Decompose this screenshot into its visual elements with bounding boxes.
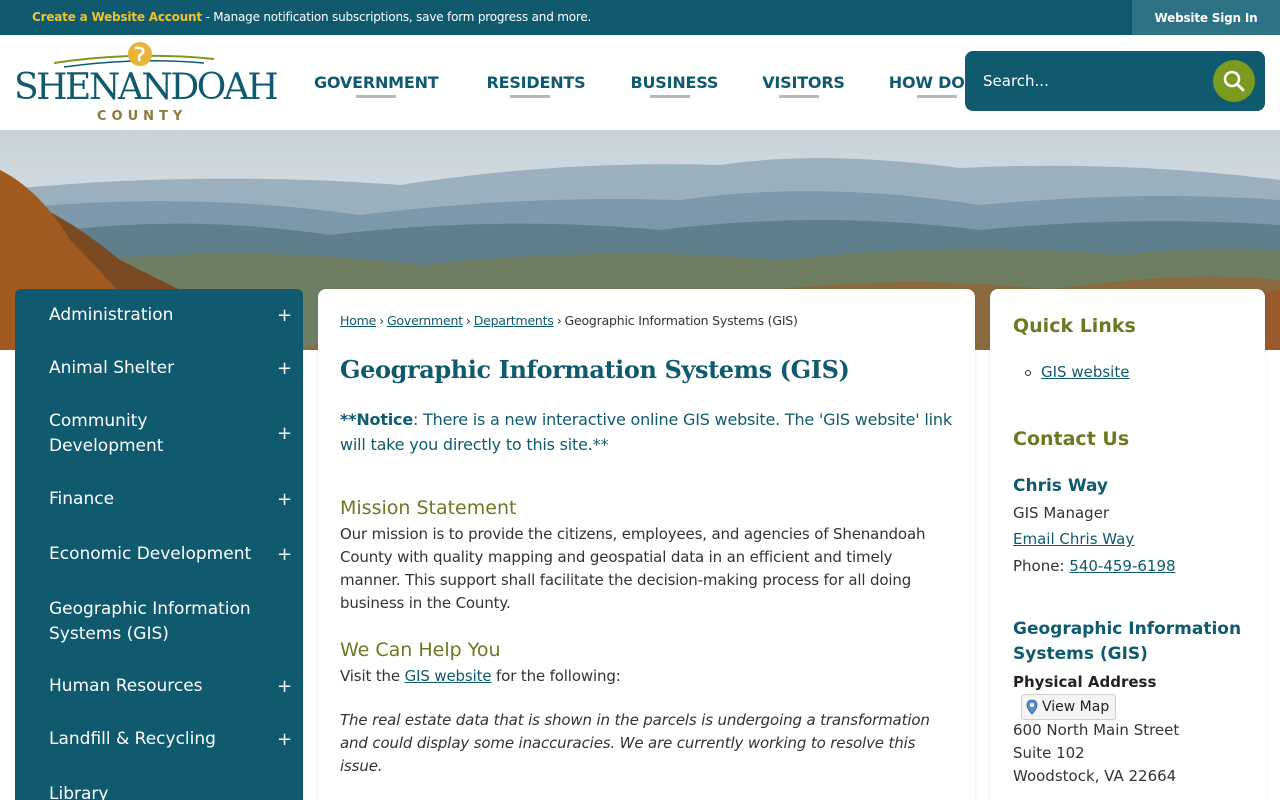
page-title: Geographic Information Systems (GIS) [340, 355, 850, 384]
address-label: Physical Address [1013, 673, 1157, 691]
address-city: Woodstock, VA 22664 [1013, 767, 1177, 785]
expand-plus-icon[interactable]: + [277, 730, 292, 749]
nav-underline [356, 95, 397, 98]
mission-heading: Mission Statement [340, 497, 517, 519]
sign-in-button[interactable]: Website Sign In [1132, 0, 1280, 35]
main-content: Home › Government › Departments › Geographic I… [318, 289, 975, 800]
view-map-button[interactable]: View Map [1021, 694, 1117, 720]
data-disclaimer: The real estate data that is shown in th… [340, 711, 930, 775]
breadcrumb: Home › Government › Departments › Geographic I… [340, 313, 798, 328]
help-heading: We Can Help You [340, 639, 501, 661]
sidebar-item-finance[interactable]: Finance + [15, 473, 303, 526]
right-sidebar: Quick Links GIS website Contact Us Chris… [990, 289, 1265, 800]
contact-email-wrapper: Email Chris Way [1013, 530, 1134, 548]
sidebar-item-label: Administration [49, 305, 174, 325]
sidebar-item-animal-shelter[interactable]: Animal Shelter + [15, 342, 303, 395]
nav-underline [779, 95, 820, 98]
contact-email-link[interactable]: Email Chris Way [1013, 530, 1134, 548]
contact-heading: Contact Us [1013, 428, 1130, 450]
account-notice: Create a Website Account - Manage notifi… [32, 10, 591, 24]
breadcrumb-government[interactable]: Government [387, 313, 463, 328]
sidebar-item-label: Finance [49, 489, 115, 509]
main-nav: GOVERNMENT RESIDENTS BUSINESS VISITORS H… [296, 35, 1011, 130]
nav-government-label: GOVERNMENT [314, 73, 439, 92]
notice-text: : There is a new interactive online GIS … [340, 410, 952, 454]
quick-links-list: GIS website [1025, 363, 1129, 381]
create-account-link[interactable]: Create a Website Account [32, 10, 202, 24]
contact-title: GIS Manager [1013, 504, 1110, 522]
county-logo[interactable]: SHENANDOAH COUNTY [14, 41, 279, 125]
help-suffix: for the following: [491, 667, 621, 685]
phone-link[interactable]: 540-459-6198 [1069, 557, 1175, 575]
address-suite: Suite 102 [1013, 744, 1085, 762]
nav-residents[interactable]: RESIDENTS [457, 35, 604, 130]
sidebar-item-label: Animal Shelter [49, 358, 175, 378]
contact-name: Chris Way [1013, 476, 1109, 496]
search-box [965, 51, 1265, 111]
help-prefix: Visit the [340, 667, 405, 685]
logo-wordmark: SHENANDOAH [14, 67, 279, 108]
help-text: Visit the GIS website for the following: [340, 665, 952, 688]
department-sidebar: Administration + Animal Shelter + Commun… [15, 289, 303, 800]
nav-underline [509, 95, 550, 98]
sidebar-item-label: Human Resources [49, 676, 203, 696]
sidebar-item-community-development[interactable]: Community Development + [15, 395, 303, 473]
search-icon [1223, 70, 1245, 92]
phone-label: Phone: [1013, 557, 1070, 575]
address-street: 600 North Main Street [1013, 721, 1180, 739]
nav-underline [917, 95, 958, 98]
expand-plus-icon[interactable]: + [277, 545, 292, 564]
nav-business[interactable]: BUSINESS [603, 35, 736, 130]
map-pin-icon [1026, 699, 1038, 715]
breadcrumb-current: Geographic Information Systems (GIS) [564, 313, 798, 328]
logo-county: COUNTY [97, 109, 188, 124]
sidebar-item-economic-development[interactable]: Economic Development + [15, 528, 303, 581]
sidebar-item-landfill-recycling[interactable]: Landfill & Recycling + [15, 713, 303, 766]
search-input[interactable] [983, 69, 1193, 93]
breadcrumb-separator: › [379, 313, 384, 328]
nav-business-label: BUSINESS [630, 73, 719, 92]
gis-website-link[interactable]: GIS website [405, 667, 492, 685]
sidebar-item-label: Economic Development [49, 544, 252, 564]
breadcrumb-separator: › [556, 313, 562, 328]
sidebar-item-label: Library [49, 783, 109, 800]
bullet-icon [1025, 369, 1031, 376]
expand-plus-icon[interactable]: + [277, 359, 292, 378]
breadcrumb-home[interactable]: Home [340, 313, 376, 328]
sidebar-item-library[interactable]: Library [15, 779, 303, 800]
sidebar-item-administration[interactable]: Administration + [15, 289, 303, 342]
breadcrumb-separator: › [465, 313, 471, 328]
nav-visitors[interactable]: VISITORS [736, 35, 863, 130]
expand-plus-icon[interactable]: + [277, 306, 292, 325]
notice-label: **Notice [340, 410, 413, 429]
search-button[interactable] [1213, 60, 1255, 102]
quick-links-heading: Quick Links [1013, 315, 1136, 337]
mission-text: Our mission is to provide the citizens, … [340, 525, 926, 612]
expand-plus-icon[interactable]: + [277, 425, 292, 443]
nav-residents-label: RESIDENTS [486, 73, 586, 92]
sidebar-item-human-resources[interactable]: Human Resources + [15, 660, 303, 713]
sidebar-item-label: Landfill & Recycling [49, 729, 216, 749]
site-header: SHENANDOAH COUNTY GOVERNMENT RESIDENTS B… [0, 35, 1280, 130]
nav-underline [649, 95, 690, 98]
gis-notice: **Notice: There is a new interactive onl… [340, 407, 952, 457]
expand-plus-icon[interactable]: + [277, 677, 292, 696]
breadcrumb-departments[interactable]: Departments [474, 313, 554, 328]
sidebar-item-label: Geographic Information Systems (GIS) [49, 599, 251, 644]
dept-name: Geographic Information Systems (GIS) [1013, 619, 1242, 664]
contact-phone: Phone: 540-459-6198 [1013, 557, 1176, 575]
nav-government[interactable]: GOVERNMENT [296, 35, 457, 130]
expand-plus-icon[interactable]: + [277, 490, 292, 509]
sidebar-item-gis[interactable]: Geographic Information Systems (GIS) [15, 583, 303, 661]
nav-visitors-label: VISITORS [762, 73, 845, 92]
sidebar-item-label: Community Development [49, 411, 164, 456]
top-bar: Create a Website Account - Manage notifi… [0, 0, 1280, 35]
view-map-label: View Map [1042, 699, 1110, 715]
quick-link-gis-website[interactable]: GIS website [1041, 363, 1129, 381]
account-notice-text: - Manage notification subscriptions, sav… [201, 10, 592, 24]
